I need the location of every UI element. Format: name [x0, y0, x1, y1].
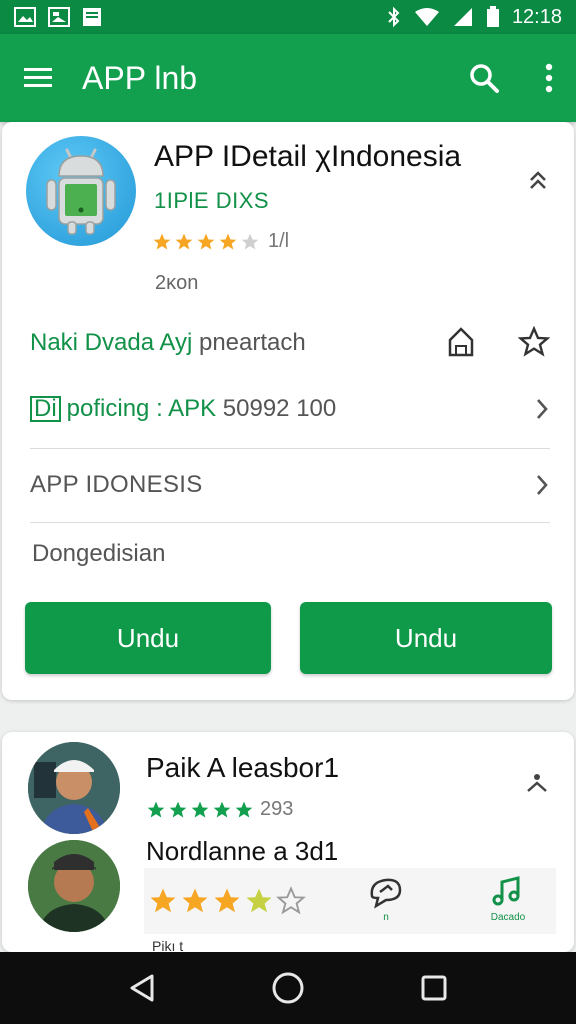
message-icon — [83, 8, 101, 26]
share-label: n — [383, 912, 389, 923]
app-bar-title: APP lnb — [82, 59, 198, 96]
person-photo-icon — [28, 742, 120, 834]
pricing-number: 50992 100 — [222, 395, 337, 422]
rating-stars — [152, 232, 260, 252]
image-icon — [48, 7, 70, 27]
wifi-icon — [414, 8, 439, 26]
signal-icon — [453, 8, 472, 26]
star-filled-icon[interactable] — [148, 886, 178, 916]
chevron-right-icon[interactable] — [534, 397, 550, 421]
chevron-right-icon[interactable] — [534, 473, 550, 497]
status-left-icons — [14, 7, 102, 27]
app-name: APP IDetail χIndonesia — [154, 140, 462, 173]
recents-icon[interactable] — [420, 974, 448, 1002]
home-icon[interactable] — [271, 971, 305, 1005]
record-action[interactable]: Dacado — [490, 874, 526, 923]
star-filled-icon — [197, 233, 215, 249]
rating-stars — [146, 800, 254, 820]
app-rating: 1/l — [152, 230, 289, 253]
pricing-label-green: poficing : APK — [66, 395, 217, 422]
reviewer-rating: 293 — [146, 798, 293, 821]
status-bar: 12:18 — [0, 0, 576, 34]
reviewer-name: Paik A leasbor1 — [146, 752, 340, 783]
star-filled-icon — [219, 233, 237, 249]
app-bar-actions — [468, 62, 554, 94]
download-button-primary[interactable]: Undu — [25, 602, 271, 674]
bluetooth-icon — [388, 6, 400, 28]
share-action[interactable]: n — [366, 874, 406, 923]
avatar[interactable] — [28, 742, 120, 834]
download-button-secondary[interactable]: Undu — [300, 602, 552, 674]
record-label: Dacado — [490, 912, 526, 923]
app-detail-card: APP IDetail χIndonesia 1IPlE DIXS 1/l 2κ… — [2, 122, 574, 700]
app-size: 2κon — [155, 272, 199, 294]
music-note-icon — [492, 876, 520, 906]
reviews-card: Paik A leasbor1 293 Nordlanne a 3d1 n Da… — [2, 732, 574, 954]
share-icon — [370, 878, 402, 909]
rating-stars[interactable] — [148, 886, 306, 916]
info-row-pricing[interactable]: Di poficing : APK 50992 100 — [30, 386, 550, 432]
star-filled-icon — [169, 801, 187, 817]
status-time: 12:18 — [511, 5, 562, 28]
chevron-up-icon[interactable] — [528, 168, 548, 192]
review-toolbar: n Dacado — [144, 868, 556, 934]
battery-icon — [486, 6, 499, 27]
back-icon[interactable] — [128, 973, 156, 1003]
rating-text: 1/l — [268, 230, 290, 252]
star-empty-icon[interactable] — [276, 886, 306, 916]
divider — [30, 448, 550, 449]
star-filled-icon — [153, 233, 171, 249]
android-icon — [46, 148, 116, 235]
more-vert-icon[interactable] — [544, 62, 554, 94]
developer-name[interactable]: 1IPlE DIXS — [154, 188, 269, 214]
star-filled-icon — [175, 233, 193, 249]
description-text: Dongedisian — [32, 540, 166, 567]
pricing-boxed-prefix: Di — [30, 396, 61, 422]
avatar[interactable] — [28, 840, 120, 932]
feature-actions — [446, 326, 550, 358]
star-filled-icon[interactable] — [244, 886, 274, 916]
star-filled-icon — [147, 801, 165, 817]
feature-label-green: Naki Dvada Ayj — [30, 329, 193, 356]
divider — [30, 522, 550, 523]
review-count: 293 — [260, 798, 294, 820]
search-icon[interactable] — [468, 62, 500, 94]
reviewer-name: Nordlanne a 3d1 — [146, 836, 339, 866]
publisher-label: APP IDONESIS — [30, 471, 203, 498]
info-row-feature: Naki Dvada Ayj pneartach — [30, 320, 550, 366]
expand-icon[interactable] — [526, 772, 548, 794]
bookmark-icon[interactable] — [446, 326, 476, 358]
app-icon — [26, 136, 136, 246]
info-row-publisher[interactable]: APP IDONESIS — [30, 462, 550, 508]
navigation-bar — [0, 952, 576, 1024]
feature-label-rest: pneartach — [198, 329, 306, 356]
menu-icon[interactable] — [22, 66, 54, 90]
status-right-icons: 12:18 — [386, 6, 562, 29]
gallery-icon — [14, 7, 36, 27]
person-photo-icon — [28, 840, 120, 932]
star-filled-icon — [213, 801, 231, 817]
star-empty-icon — [241, 233, 259, 249]
star-filled-icon[interactable] — [180, 886, 210, 916]
app-bar: APP lnb — [0, 34, 576, 122]
star-outline-icon[interactable] — [518, 326, 550, 358]
star-filled-icon[interactable] — [212, 886, 242, 916]
feature-label: Naki Dvada Ayj pneartach — [30, 329, 306, 357]
star-filled-icon — [191, 801, 209, 817]
pricing-label: Di poficing : APK 50992 100 — [30, 395, 336, 423]
star-filled-icon — [235, 801, 253, 817]
